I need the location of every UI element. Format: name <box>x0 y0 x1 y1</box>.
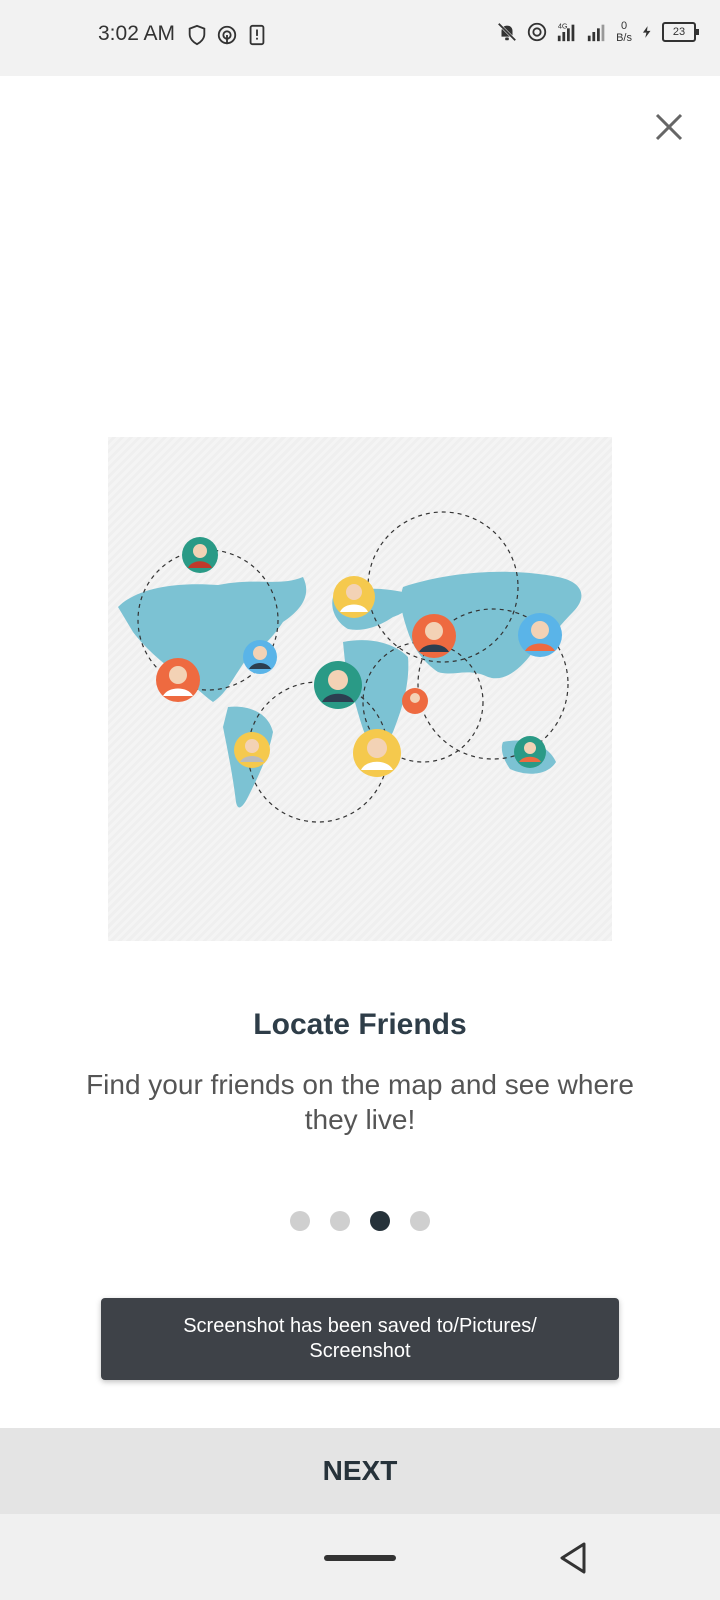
system-nav-bar <box>0 1514 720 1600</box>
bell-off-icon <box>497 22 517 42</box>
avatar <box>234 732 270 768</box>
back-triangle-icon[interactable] <box>556 1540 592 1576</box>
shield-icon <box>188 24 206 46</box>
signal-4g-icon: 4G <box>557 21 575 42</box>
next-button[interactable]: NEXT <box>0 1428 720 1514</box>
avatar <box>402 688 428 714</box>
avatar <box>518 613 562 657</box>
world-map-illustration <box>108 437 612 941</box>
avatar <box>182 537 218 573</box>
page-dot-2[interactable] <box>330 1211 350 1231</box>
next-button-label: NEXT <box>322 1455 398 1486</box>
world-map-graphic <box>118 511 582 823</box>
page-description: Find your friends on the map and see whe… <box>86 1069 634 1135</box>
signal-icon <box>587 24 605 42</box>
svg-text:4G: 4G <box>558 21 568 30</box>
avatar <box>514 736 546 768</box>
sim-alert-icon <box>249 24 265 46</box>
avatar <box>314 661 362 709</box>
avatar <box>156 658 200 702</box>
screenshot-toast: Screenshot has been saved to/Pictures/ S… <box>101 1298 619 1380</box>
page-dot-3-active[interactable] <box>370 1211 390 1231</box>
avatar <box>412 614 456 658</box>
hotspot-icon <box>527 22 547 42</box>
page-dot-4[interactable] <box>410 1211 430 1231</box>
avatar <box>333 576 375 618</box>
hotspot-icon <box>217 25 237 45</box>
close-icon[interactable] <box>652 110 686 144</box>
status-bar: 3:02 AM 4G 0 B/s 23 <box>0 0 720 76</box>
page-title: Locate Friends <box>253 1008 467 1041</box>
home-pill-icon[interactable] <box>324 1555 396 1561</box>
avatar <box>243 640 277 674</box>
avatar <box>353 729 401 777</box>
battery-indicator: 23 <box>662 22 699 42</box>
network-speed: 0 B/s <box>616 20 632 44</box>
page-dot-1[interactable] <box>290 1211 310 1231</box>
toast-message: Screenshot has been saved to/Pictures/ S… <box>183 1315 537 1362</box>
status-time: 3:02 AM <box>98 22 176 45</box>
charging-icon <box>642 26 651 38</box>
pagination-dots <box>0 1211 720 1231</box>
